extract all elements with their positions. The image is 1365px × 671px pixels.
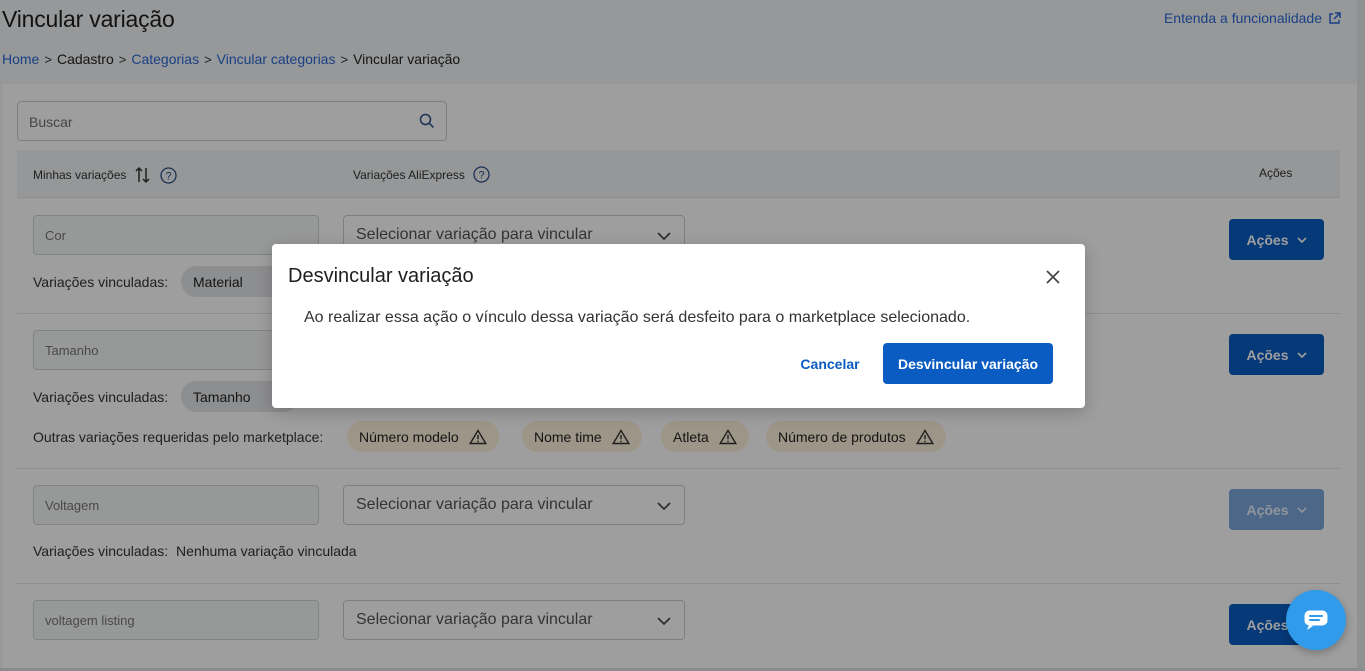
close-icon[interactable] <box>1043 267 1063 287</box>
chat-icon <box>1304 610 1328 630</box>
confirm-unlink-button[interactable]: Desvincular variação <box>883 343 1053 384</box>
chat-button[interactable] <box>1286 590 1346 650</box>
unlink-dialog: Desvincular variação Ao realizar essa aç… <box>272 244 1085 408</box>
cancel-button[interactable]: Cancelar <box>787 344 873 384</box>
dialog-title: Desvincular variação <box>288 265 474 287</box>
dialog-message: Ao realizar essa ação o vínculo dessa va… <box>304 309 971 326</box>
